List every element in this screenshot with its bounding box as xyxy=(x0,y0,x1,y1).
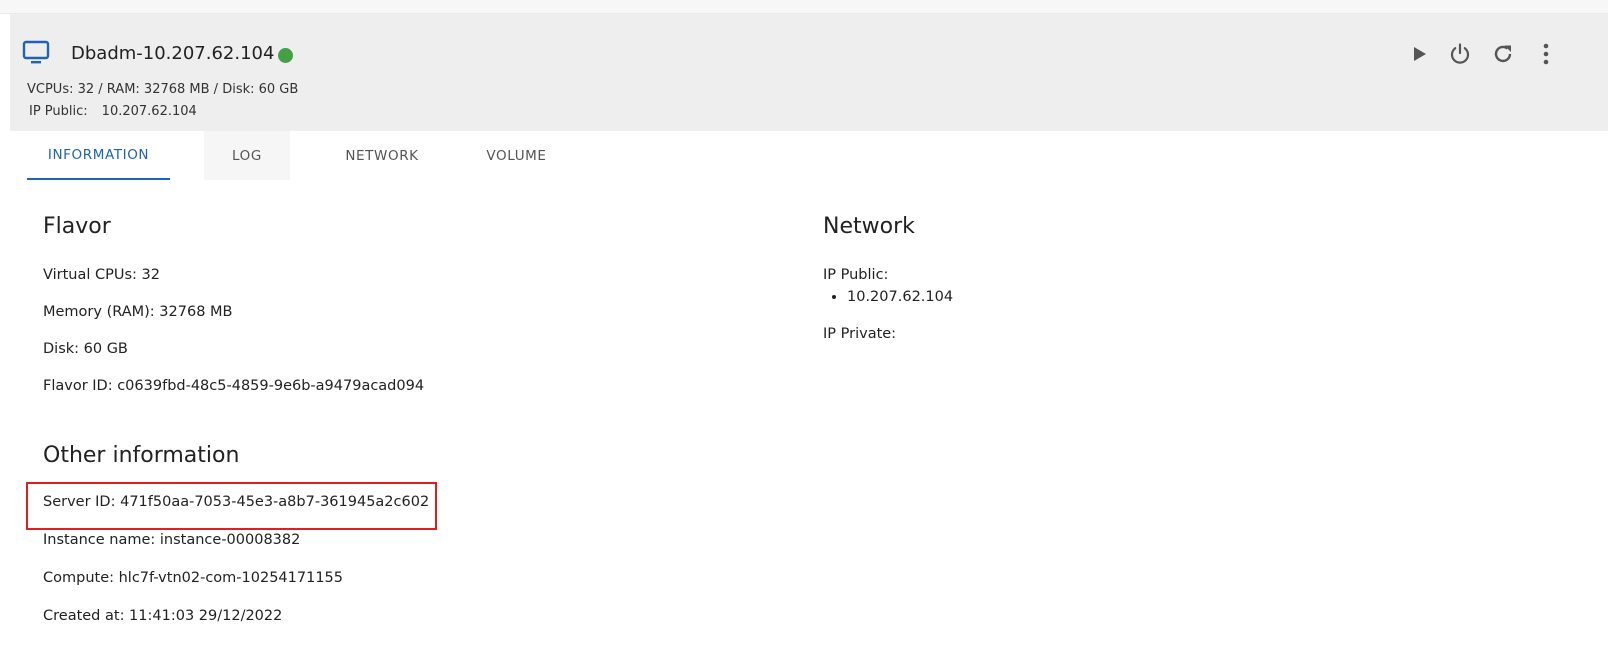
top-edge xyxy=(0,0,1608,14)
tab-log[interactable]: LOG xyxy=(204,131,290,180)
header-ip-label: IP Public: xyxy=(29,104,88,119)
status-indicator xyxy=(278,48,293,63)
list-item: 10.207.62.104 xyxy=(847,289,953,305)
flavor-vcpus: Virtual CPUs: 32 xyxy=(43,267,160,283)
ip-public-list: 10.207.62.104 xyxy=(823,289,953,305)
flavor-memory: Memory (RAM): 32768 MB xyxy=(43,304,233,320)
monitor-icon xyxy=(22,40,50,66)
power-icon xyxy=(1450,43,1470,64)
network-ip-private-label: IP Private: xyxy=(823,326,897,342)
other-info-title: Other information xyxy=(43,443,240,468)
shutdown-button[interactable] xyxy=(1445,40,1475,68)
flavor-disk: Disk: 60 GB xyxy=(43,341,128,357)
server-header: Dbadm-10.207.62.104 VCPUs: 32 / RAM: 327… xyxy=(10,14,1608,131)
reboot-button[interactable] xyxy=(1488,40,1518,68)
play-icon xyxy=(1414,47,1426,61)
server-specs: VCPUs: 32 / RAM: 32768 MB / Disk: 60 GB xyxy=(27,82,299,97)
network-ip-public-label: IP Public: xyxy=(823,267,889,283)
created-at: Created at: 11:41:03 29/12/2022 xyxy=(43,608,283,624)
flavor-id: Flavor ID: c0639fbd-48c5-4859-9e6b-a9479… xyxy=(43,378,425,394)
start-button[interactable] xyxy=(1404,40,1434,68)
more-options-button[interactable] xyxy=(1531,40,1561,68)
server-id: Server ID: 471f50aa-7053-45e3-a8b7-36194… xyxy=(43,494,430,510)
flavor-title: Flavor xyxy=(43,214,111,239)
more-vert-icon xyxy=(1543,43,1549,65)
tab-network[interactable]: NETWORK xyxy=(332,131,432,180)
header-ip-value: 10.207.62.104 xyxy=(101,104,197,119)
tab-information[interactable]: INFORMATION xyxy=(27,131,170,180)
tab-volume[interactable]: VOLUME xyxy=(469,131,564,180)
compute-host: Compute: hlc7f-vtn02-com-10254171155 xyxy=(43,570,344,586)
refresh-icon xyxy=(1494,45,1512,63)
instance-name: Instance name: instance-00008382 xyxy=(43,532,301,548)
network-title: Network xyxy=(823,214,915,239)
header-ip-public: IP Public: 10.207.62.104 xyxy=(29,104,197,119)
server-name: Dbadm-10.207.62.104 xyxy=(71,43,275,64)
tab-bar: INFORMATION LOG NETWORK VOLUME xyxy=(27,131,587,181)
